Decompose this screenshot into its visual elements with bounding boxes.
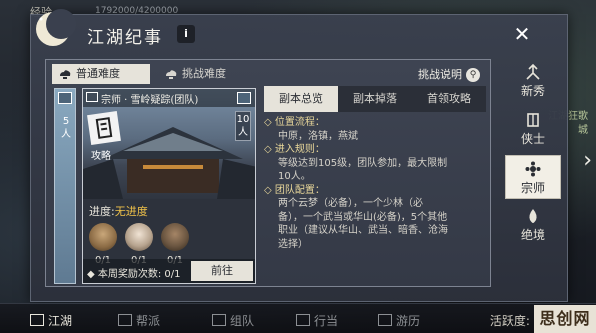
dungeon-detail: 副本总览 副本掉落 首领攻略 位置流程： 中原，洛镇，燕斌 进入规则： 等级达到… [264, 86, 486, 282]
team-setup-title: 团队配置： [264, 184, 486, 198]
team-setup-line-3: 职业（建议从华山、武当、暗香、沧海 [278, 225, 448, 236]
go-button[interactable]: 前往 [191, 261, 253, 281]
jianghu-records-window: 江湖纪事 i ✕ 普通难度 挑战难度 挑战说明 ⚲ 5 人 宗师 · 雪岭疑踪(… [30, 9, 568, 302]
bottom-tab-travel-label: 游历 [396, 314, 421, 328]
bottom-tab-profession[interactable]: 行当 [296, 312, 338, 329]
tab-normal-difficulty[interactable]: 普通难度 [52, 64, 150, 84]
boss-portrait[interactable] [89, 223, 117, 251]
bottom-tab-jianghu[interactable]: 江湖 [30, 312, 72, 329]
dungeon-content: 普通难度 挑战难度 挑战说明 ⚲ 5 人 宗师 · 雪岭疑踪(团队) 10 人 … [45, 59, 491, 287]
site-watermark: 思创网 [534, 305, 596, 333]
map-icon [378, 314, 392, 326]
progress-value: 无进度 [114, 205, 148, 218]
entry-rules-title: 进入规则： [264, 143, 486, 157]
difficulty-tabs: 普通难度 挑战难度 挑战说明 ⚲ [46, 60, 490, 84]
flame-icon [529, 209, 537, 223]
progress-label: 进度: [89, 205, 115, 218]
bottom-tab-jianghu-label: 江湖 [48, 314, 73, 328]
detail-tabs: 副本总览 副本掉落 首领攻略 [264, 86, 486, 112]
side-card-players: 5 人 [61, 116, 71, 140]
book-icon [30, 314, 44, 326]
flag-icon [118, 314, 132, 326]
bottom-bar: 江湖 帮派 组队 行当 游历 活跃度: 15/100 思创网 [0, 303, 596, 333]
boss-portrait[interactable] [125, 223, 153, 251]
tab-challenge-label: 挑战难度 [182, 67, 226, 80]
nav-master-label: 宗师 [520, 181, 545, 195]
tool-icon [296, 314, 310, 326]
shield-icon [527, 113, 539, 127]
nav-extreme-label: 绝境 [520, 228, 545, 242]
dungeon-players: 10 人 [235, 111, 251, 141]
bottom-tab-guild-label: 帮派 [136, 314, 161, 328]
nav-hero[interactable]: 侠士 [505, 107, 561, 151]
location-text: 中原，洛镇，燕斌 [278, 130, 358, 142]
weekly-reward-label: 本周奖励次数: 0/1 [97, 269, 181, 280]
team-setup-line-4: 选择） [278, 238, 308, 250]
cloud-emblem-icon [60, 70, 71, 79]
team-setup-line-1: 两个云梦（必备），一个少林（必 [278, 198, 423, 209]
bottom-tab-team-label: 组队 [230, 314, 255, 328]
mountain-icon [526, 63, 540, 80]
chevron-right-icon[interactable]: › [583, 148, 592, 173]
window-title: 江湖纪事 [87, 28, 163, 48]
lotus-icon [525, 161, 541, 177]
guide-badge-icon[interactable] [87, 111, 121, 145]
scroll-icon [95, 117, 113, 139]
location-title: 位置流程： [264, 116, 486, 130]
bottom-tab-travel[interactable]: 游历 [378, 312, 420, 329]
close-button[interactable]: ✕ [511, 23, 533, 45]
nav-novice[interactable]: 新秀 [505, 59, 561, 103]
weekly-reward-text: ◆ 本周奖励次数: 0/1 [87, 269, 181, 280]
rank-nav: 新秀 侠士 宗师 绝境 [505, 59, 561, 251]
search-icon: ⚲ [466, 68, 480, 82]
progress-text: 进度:无进度 [89, 203, 148, 219]
moon-emblem-icon [36, 9, 76, 46]
nav-master[interactable]: 宗师 [505, 155, 561, 199]
nav-extreme[interactable]: 绝境 [505, 203, 561, 247]
people-icon [212, 314, 226, 326]
entry-rules-line-1: 等级达到105级，团队参加，最大限制 [278, 157, 448, 169]
side-dungeon-card[interactable]: 5 人 [54, 88, 76, 284]
nav-hero-label: 侠士 [520, 132, 545, 146]
challenge-explain-link[interactable]: 挑战说明 ⚲ [418, 66, 480, 82]
weekly-reward-row: ◆ 本周奖励次数: 0/1 前往 [83, 259, 255, 283]
tab-boss-guide[interactable]: 首领攻略 [412, 86, 486, 112]
cloud-emblem-icon [166, 70, 177, 79]
dungeon-name: 宗师 · 雪岭疑踪(团队) [101, 95, 199, 106]
title-bar: 江湖纪事 i ✕ [31, 9, 567, 51]
skull-icon [86, 92, 98, 102]
bottom-tab-profession-label: 行当 [314, 314, 339, 328]
team-icon [237, 92, 251, 104]
boss-portrait[interactable] [161, 223, 189, 251]
tab-normal-label: 普通难度 [76, 67, 120, 80]
info-button[interactable]: i [177, 25, 195, 43]
tab-challenge-difficulty[interactable]: 挑战难度 [158, 64, 258, 84]
challenge-explain-label: 挑战说明 [418, 68, 462, 81]
tab-overview[interactable]: 副本总览 [264, 86, 338, 112]
entry-rules-line-2: 10人。 [278, 171, 311, 182]
tab-drops[interactable]: 副本掉落 [338, 86, 412, 112]
dungeon-card-header: 宗师 · 雪岭疑踪(团队) [83, 89, 255, 107]
nav-novice-label: 新秀 [520, 84, 545, 98]
bottom-tab-guild[interactable]: 帮派 [118, 312, 160, 329]
team-setup-line-2: 备），一个武当或华山(必备)，5个其他 [278, 211, 448, 223]
guide-label: 攻略 [91, 151, 111, 162]
dungeon-card[interactable]: 宗师 · 雪岭疑踪(团队) 10 人 攻略 进度:无进度 0/1 0/1 0/1… [82, 88, 256, 284]
bottom-tab-team[interactable]: 组队 [212, 312, 254, 329]
detail-body: 位置流程： 中原，洛镇，燕斌 进入规则： 等级达到105级，团队参加，最大限制 … [264, 116, 486, 282]
team-icon [58, 92, 72, 104]
